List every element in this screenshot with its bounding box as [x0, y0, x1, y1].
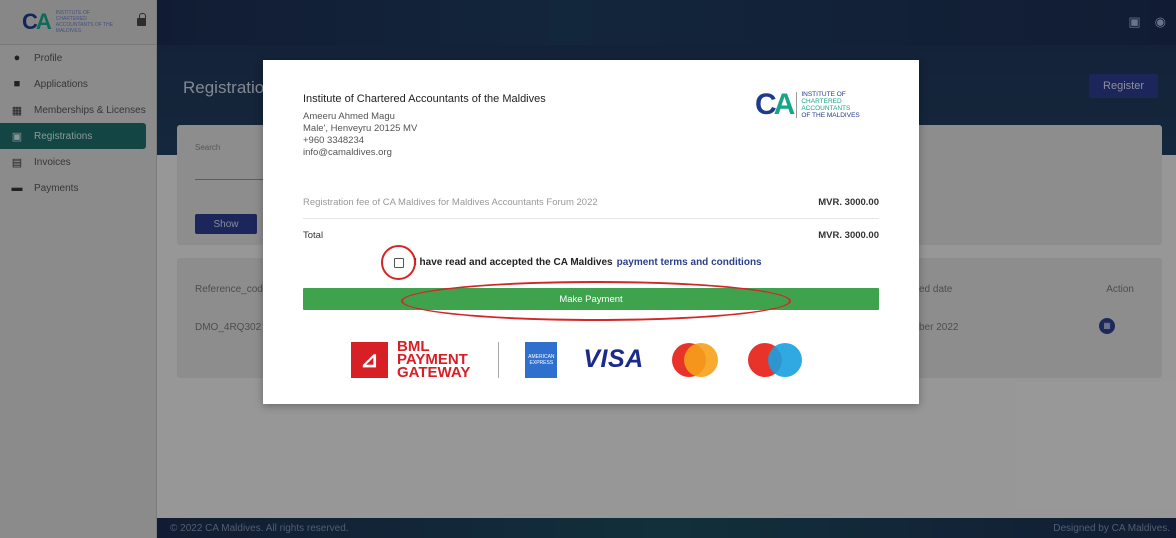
total-row: Total MVR. 3000.00: [303, 230, 879, 241]
logo-divider: [796, 92, 798, 118]
visa-logo: VISA: [583, 345, 644, 373]
bml-text: BML PAYMENT GATEWAY: [397, 338, 471, 381]
terms-text: I have read and accepted the CA Maldives: [414, 257, 613, 268]
mastercard-logo: [671, 342, 718, 377]
fee-description: Registration fee of CA Maldives for Mald…: [303, 197, 598, 208]
terms-row: I have read and accepted the CA Maldives…: [394, 257, 762, 268]
address-line: Male', Henveyru 20125 MV: [303, 123, 418, 134]
bml-gateway-logo: ⊿ BML PAYMENT GATEWAY: [351, 336, 470, 383]
org-address: Ameeru Ahmed Magu Male', Henveyru 20125 …: [303, 111, 417, 159]
payment-brands: ⊿ BML PAYMENT GATEWAY AMERICAN EXPRESS V…: [351, 336, 833, 383]
terms-link[interactable]: payment terms and conditions: [617, 257, 762, 268]
amex-logo: AMERICAN EXPRESS: [525, 341, 558, 378]
fee-row: Registration fee of CA Maldives for Mald…: [303, 197, 879, 208]
brand-divider: [498, 341, 500, 378]
annotation-circle-checkbox: [381, 245, 416, 280]
maestro-logo: [747, 342, 806, 377]
payment-modal: Institute of Chartered Accountants of th…: [263, 60, 919, 404]
logo-text: INSTITUTE OF CHARTERED ACCOUNTANTS OF TH…: [801, 91, 860, 119]
bml-icon: ⊿: [351, 341, 388, 378]
email-address: info@camaldives.org: [303, 147, 392, 158]
total-label: Total: [303, 230, 324, 241]
divider: [303, 218, 879, 219]
fee-amount: MVR. 3000.00: [818, 197, 879, 208]
org-name: Institute of Chartered Accountants of th…: [303, 93, 546, 105]
ca-logo: CA INSTITUTE OF CHARTERED ACCOUNTANTS OF…: [755, 88, 860, 122]
annotation-circle-pay-button: [401, 281, 791, 321]
address-line: Ameeru Ahmed Magu: [303, 111, 395, 122]
total-amount: MVR. 3000.00: [818, 230, 879, 241]
logo-mark: CA: [755, 88, 795, 121]
phone-number: +960 3348234: [303, 135, 365, 146]
